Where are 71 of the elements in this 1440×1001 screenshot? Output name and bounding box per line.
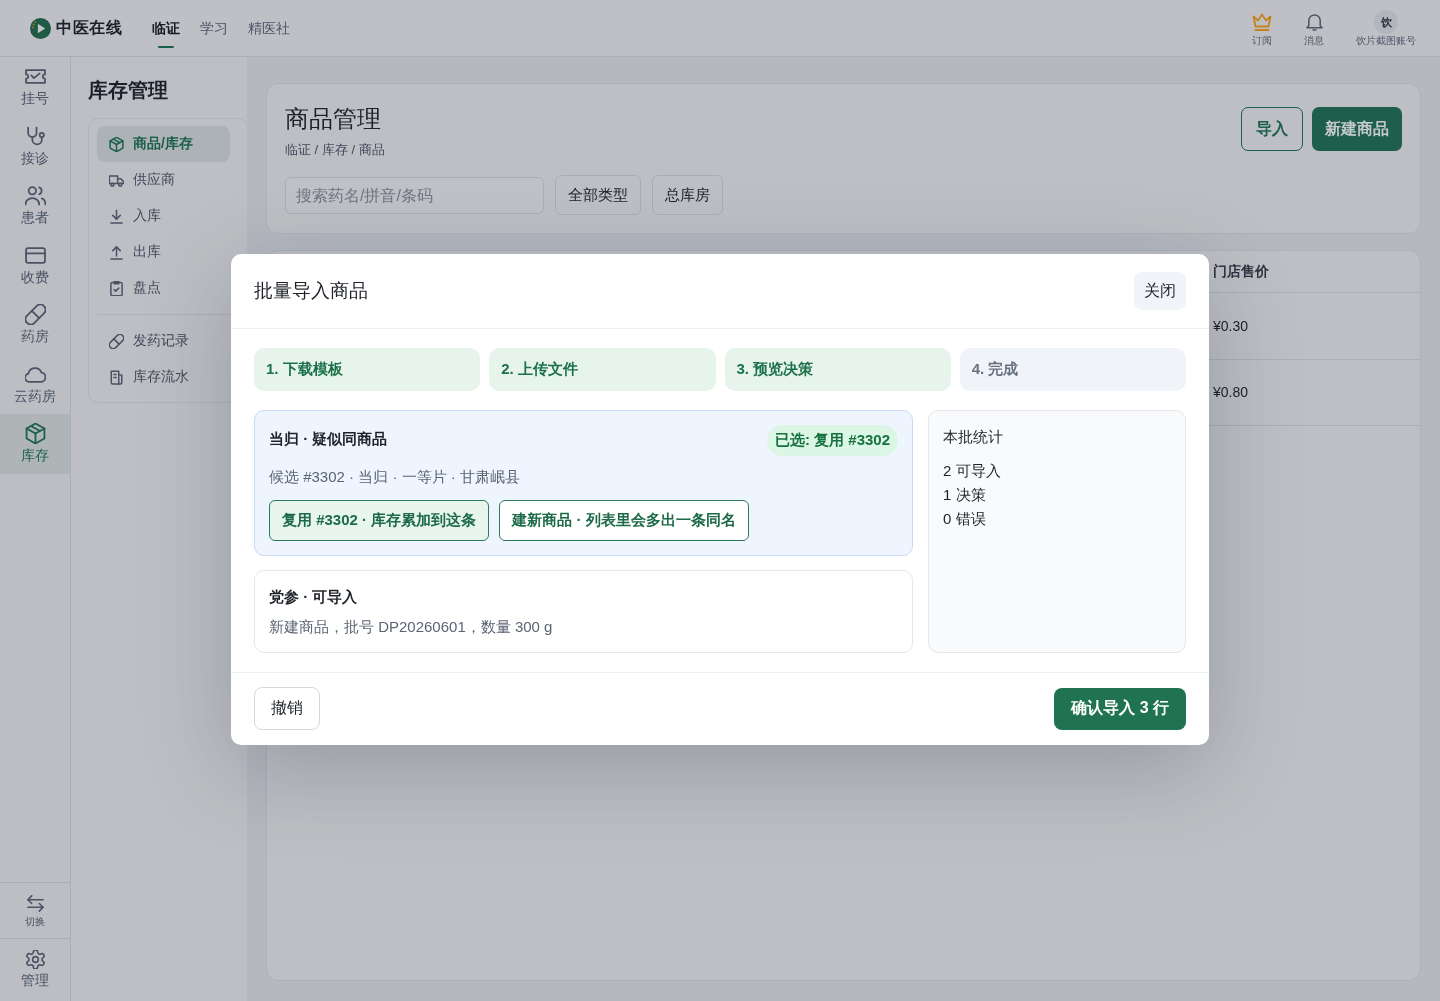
sidebar-item[interactable]: 盘点 — [97, 270, 230, 306]
option-button[interactable]: 建新商品 · 列表里会多出一条同名 — [499, 500, 749, 541]
manage-button[interactable]: 管理 — [0, 938, 70, 1001]
item-title: 当归 · 疑似同商品 — [269, 428, 388, 449]
crown-icon — [1252, 11, 1272, 32]
rail-item[interactable]: 云药房 — [0, 354, 70, 414]
breadcrumb: 临证 / 库存 / 商品 — [285, 141, 385, 159]
switch-button[interactable]: 切换 — [0, 882, 70, 938]
search-field[interactable]: 搜索药名/拼音/条码 — [285, 177, 544, 214]
import-button[interactable]: 导入 — [1241, 107, 1303, 151]
column-header: 门店售价 — [1213, 262, 1269, 281]
sidebar-item[interactable]: 出库 — [97, 234, 230, 270]
swap-arrows-icon — [25, 893, 45, 913]
sidebar-item[interactable]: 入库 — [97, 198, 230, 234]
bell-icon — [1304, 12, 1324, 32]
clipboard-check-icon — [109, 280, 124, 296]
settings-icon — [25, 949, 45, 969]
account-button[interactable]: 饮 饮片截图账号 — [1356, 9, 1416, 47]
step-item: 4. 完成 — [959, 348, 1186, 391]
cancel-button[interactable]: 撤销 — [254, 687, 320, 730]
close-button[interactable]: 关闭 — [1134, 272, 1186, 310]
truck-icon — [109, 172, 124, 188]
nav-tab[interactable]: 临证 — [152, 14, 180, 48]
rail-item[interactable]: 接诊 — [0, 116, 70, 176]
confirm-button[interactable]: 确认导入 3 行 — [1054, 687, 1186, 730]
rail-item[interactable]: 库存 — [0, 414, 70, 474]
card-icon — [24, 244, 46, 266]
summary-line: 0 错误 — [943, 509, 986, 529]
logo-text: 中医在线 — [56, 17, 122, 38]
ledger-icon — [109, 369, 124, 385]
option-button[interactable]: 复用 #3302 · 库存累加到这条 — [269, 500, 490, 541]
page-title: 商品管理 — [285, 104, 381, 134]
filter-button[interactable]: 总库房 — [652, 175, 723, 215]
avatar: 饮 — [1374, 9, 1398, 34]
sidebar-title: 库存管理 — [88, 78, 168, 103]
filter-button[interactable]: 全部类型 — [555, 175, 641, 215]
sidebar-item[interactable]: 供应商 — [97, 162, 230, 198]
step-item: 1. 下载模板 — [254, 348, 481, 391]
table-cell: ¥0.80 — [1213, 384, 1249, 401]
box-icon — [24, 423, 46, 445]
sidebar-item[interactable]: 发药记录 — [97, 323, 230, 359]
rail-item[interactable]: 挂号 — [0, 57, 70, 117]
summary-line: 1 决策 — [943, 485, 986, 505]
rail-item[interactable]: 患者 — [0, 176, 70, 236]
stethoscope-icon — [24, 125, 46, 147]
rail-item[interactable]: 收费 — [0, 235, 70, 295]
item-detail: 候选 #3302 · 当归 · 一等片 · 甘肃岷县 — [269, 467, 520, 487]
summary-title: 本批统计 — [943, 427, 1003, 447]
pill-icon — [24, 304, 46, 326]
upload-icon — [109, 244, 124, 260]
box-icon — [109, 136, 124, 152]
pill-icon — [109, 333, 124, 349]
dialog-title: 批量导入商品 — [254, 279, 368, 303]
people-icon — [24, 185, 46, 207]
step-item: 3. 预览决策 — [724, 348, 951, 391]
logo-icon — [30, 17, 51, 39]
new-product-button[interactable]: 新建商品 — [1312, 107, 1402, 151]
item-detail: 新建商品，批号 DP20260601，数量 300 g — [269, 617, 553, 637]
rail-item[interactable]: 药房 — [0, 295, 70, 355]
nav-tab[interactable]: 学习 — [200, 14, 228, 48]
sidebar-item[interactable]: 库存流水 — [97, 359, 230, 395]
summary-line: 2 可导入 — [943, 461, 1001, 481]
sidebar-item[interactable]: 商品/库存 — [97, 126, 230, 162]
messages-button[interactable]: 消息 — [1304, 12, 1324, 47]
nav-tab[interactable]: 精医社 — [248, 14, 290, 48]
item-title: 党参 · 可导入 — [269, 587, 358, 607]
subscription-button[interactable]: 订阅 — [1252, 11, 1272, 47]
step-item: 2. 上传文件 — [489, 348, 716, 391]
table-cell: ¥0.30 — [1213, 317, 1249, 334]
download-icon — [109, 208, 124, 224]
status-badge: 已选: 复用 #3302 — [766, 425, 898, 456]
